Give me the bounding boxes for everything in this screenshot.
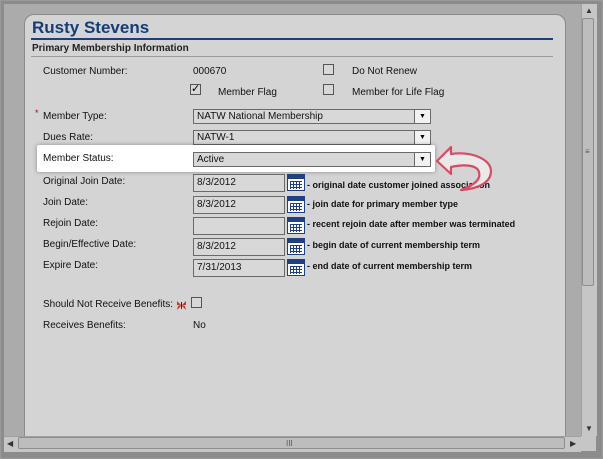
member-status-label: Member Status:: [43, 153, 114, 164]
join-date-input[interactable]: 8/3/2012: [193, 196, 285, 214]
dues-rate-select[interactable]: NATW-1 ▼: [193, 130, 431, 145]
scroll-down-icon[interactable]: ▼: [585, 424, 593, 433]
expire-date-input[interactable]: 7/31/2013: [193, 259, 285, 277]
scroll-right-icon[interactable]: ▶: [570, 439, 576, 448]
member-type-value: NATW National Membership: [197, 111, 323, 122]
horizontal-grip: III: [286, 439, 293, 448]
begin-date-input[interactable]: 8/3/2012: [193, 238, 285, 256]
customer-name: Rusty Stevens: [32, 18, 150, 37]
section-rule: [31, 56, 553, 57]
receives-benefits-value: No: [193, 320, 206, 331]
rejoin-date-input[interactable]: [193, 217, 285, 235]
butterfly-icon: [176, 298, 187, 316]
expire-date-hint: - end date of current membership term: [307, 261, 473, 271]
expire-date-label: Expire Date:: [43, 260, 99, 271]
receives-benefits-label: Receives Benefits:: [43, 320, 126, 331]
rejoin-date-label: Rejoin Date:: [43, 218, 99, 229]
rejoin-date-hint: - recent rejoin date after member was te…: [307, 219, 516, 229]
customer-number-label: Customer Number:: [43, 66, 128, 77]
chevron-down-icon[interactable]: ▼: [414, 131, 430, 144]
scroll-corner: [581, 436, 596, 451]
calendar-icon[interactable]: [287, 196, 305, 213]
member-status-value: Active: [197, 154, 225, 165]
calendar-icon[interactable]: [287, 217, 305, 234]
member-status-select[interactable]: Active ▼: [193, 152, 431, 167]
member-for-life-checkbox[interactable]: [323, 84, 334, 95]
original-join-date-input[interactable]: 8/3/2012: [193, 174, 285, 192]
chevron-down-icon[interactable]: ▼: [414, 153, 430, 166]
do-not-renew-checkbox[interactable]: [323, 64, 334, 75]
member-type-label: Member Type:: [43, 111, 107, 122]
required-marker: *: [35, 108, 39, 118]
scroll-left-icon[interactable]: ◀: [7, 439, 13, 448]
member-for-life-label: Member for Life Flag: [352, 87, 445, 98]
calendar-icon[interactable]: [287, 174, 305, 191]
title-rule: [31, 38, 553, 40]
scroll-up-icon[interactable]: ▲: [585, 6, 593, 15]
customer-number-value: 000670: [193, 66, 227, 77]
calendar-icon[interactable]: [287, 238, 305, 255]
begin-date-hint: - begin date of current membership term: [307, 240, 481, 250]
section-title: Primary Membership Information: [32, 43, 189, 54]
vertical-grip: ≡: [585, 147, 590, 156]
dues-rate-label: Dues Rate:: [43, 132, 94, 143]
curved-arrow-icon: [433, 141, 503, 198]
chevron-down-icon[interactable]: ▼: [414, 110, 430, 123]
should-not-receive-benefits-label: Should Not Receive Benefits:: [43, 299, 174, 310]
should-not-receive-benefits-checkbox[interactable]: [191, 297, 202, 308]
calendar-icon[interactable]: [287, 259, 305, 276]
member-type-select[interactable]: NATW National Membership ▼: [193, 109, 431, 124]
begin-date-label: Begin/Effective Date:: [43, 239, 137, 250]
do-not-renew-label: Do Not Renew: [352, 66, 418, 77]
dues-rate-value: NATW-1: [197, 132, 235, 143]
member-flag-label: Member Flag: [218, 87, 277, 98]
join-date-label: Join Date:: [43, 197, 89, 208]
member-flag-checkbox[interactable]: ✓: [190, 84, 201, 95]
join-date-hint: - join date for primary member type: [307, 199, 459, 209]
original-join-date-label: Original Join Date:: [43, 176, 126, 187]
